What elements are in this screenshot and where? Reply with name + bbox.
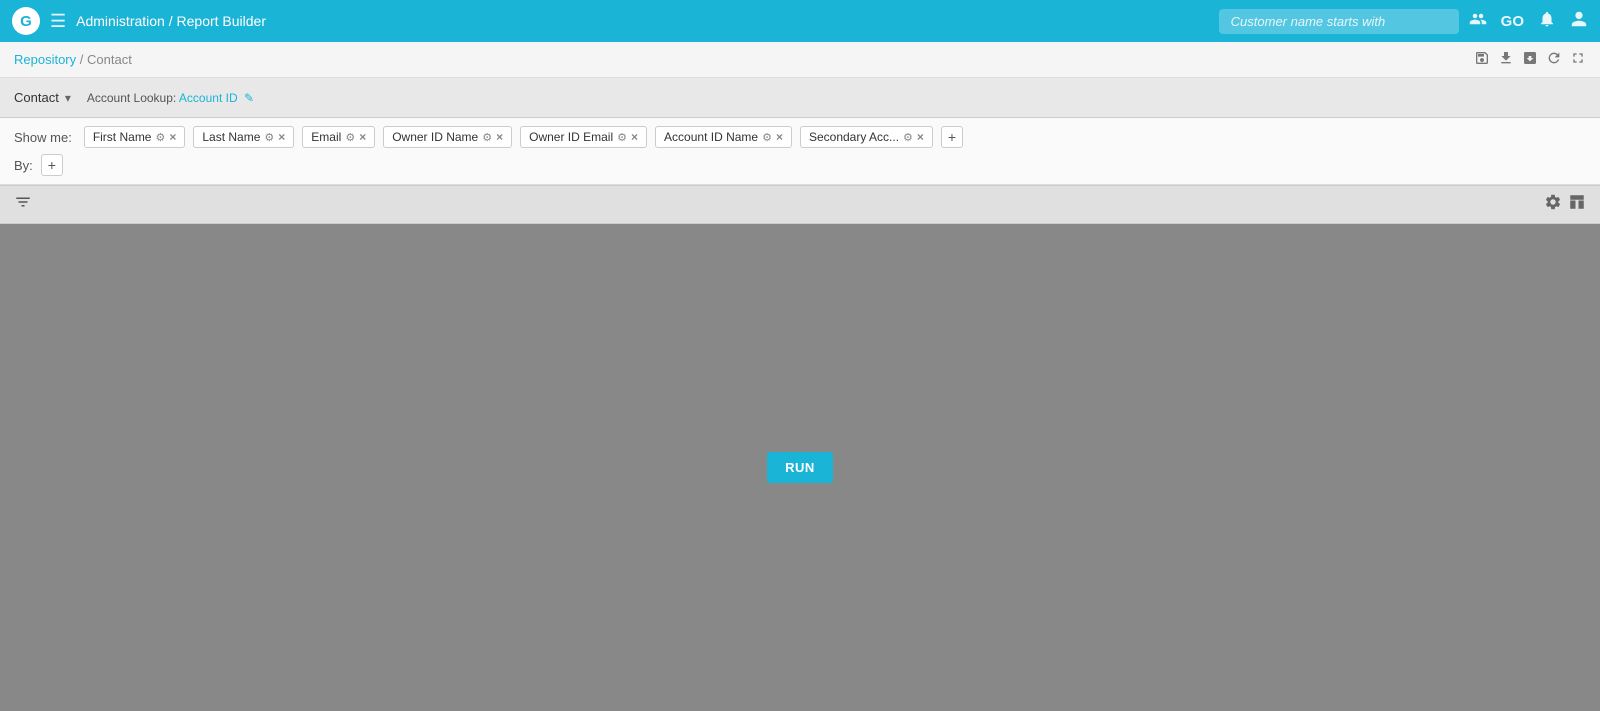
owner-id-name-gear-icon[interactable]: ⚙ <box>482 131 492 144</box>
owner-id-name-close-icon[interactable]: × <box>496 130 503 144</box>
field-tag-owner-id-name: Owner ID Name ⚙ × <box>383 126 512 148</box>
save-action-icon[interactable] <box>1474 50 1490 70</box>
hamburger-icon[interactable]: ☰ <box>50 11 66 32</box>
filter-funnel-icon[interactable] <box>14 193 32 216</box>
field-tag-account-id-name: Account ID Name ⚙ × <box>655 126 792 148</box>
import-action-icon[interactable] <box>1522 50 1538 70</box>
email-label: Email <box>311 130 341 144</box>
people-icon[interactable] <box>1469 10 1487 33</box>
global-search-input[interactable] <box>1219 9 1459 34</box>
add-by-field-button[interactable]: + <box>41 154 63 176</box>
email-gear-icon[interactable]: ⚙ <box>345 131 355 144</box>
field-tag-first-name: First Name ⚙ × <box>84 126 186 148</box>
show-me-row: Show me: First Name ⚙ × Last Name ⚙ × Em… <box>14 126 1586 148</box>
last-name-close-icon[interactable]: × <box>278 130 285 144</box>
results-area: RUN <box>0 224 1600 711</box>
toolbar-actions <box>1474 50 1586 70</box>
add-field-button[interactable]: + <box>941 126 963 148</box>
account-lookup-link[interactable]: Account ID <box>179 91 238 105</box>
account-id-name-close-icon[interactable]: × <box>776 130 783 144</box>
owner-id-name-label: Owner ID Name <box>392 130 478 144</box>
edit-pencil-icon[interactable]: ✎ <box>244 91 254 105</box>
account-lookup-label: Account Lookup: Account ID ✎ <box>87 91 254 105</box>
refresh-action-icon[interactable] <box>1546 50 1562 70</box>
owner-id-email-gear-icon[interactable]: ⚙ <box>617 131 627 144</box>
nav-breadcrumb: Administration / Report Builder <box>76 13 1209 29</box>
secondary-acc-close-icon[interactable]: × <box>917 130 924 144</box>
contact-type-selector[interactable]: Contact ▾ <box>14 90 71 105</box>
contact-type-label: Contact <box>14 90 59 105</box>
page-breadcrumb: Repository / Contact <box>14 52 132 67</box>
last-name-label: Last Name <box>202 130 260 144</box>
show-me-label: Show me: <box>14 130 72 145</box>
account-id-name-label: Account ID Name <box>664 130 758 144</box>
secondary-acc-gear-icon[interactable]: ⚙ <box>903 131 913 144</box>
account-id-name-gear-icon[interactable]: ⚙ <box>762 131 772 144</box>
top-nav-icons: GO <box>1469 10 1588 33</box>
field-tag-secondary-acc: Secondary Acc... ⚙ × <box>800 126 933 148</box>
export-action-icon[interactable] <box>1498 50 1514 70</box>
top-navigation: G ☰ Administration / Report Builder GO <box>0 0 1600 42</box>
field-tag-last-name: Last Name ⚙ × <box>193 126 294 148</box>
app-logo[interactable]: G <box>12 7 40 35</box>
field-tag-owner-id-email: Owner ID Email ⚙ × <box>520 126 647 148</box>
settings-icon[interactable] <box>1544 193 1562 216</box>
secondary-acc-label: Secondary Acc... <box>809 130 899 144</box>
owner-id-email-close-icon[interactable]: × <box>631 130 638 144</box>
email-close-icon[interactable]: × <box>359 130 366 144</box>
contact-bar: Contact ▾ Account Lookup: Account ID ✎ <box>0 78 1600 118</box>
go-text[interactable]: GO <box>1501 13 1524 30</box>
main-content: Contact ▾ Account Lookup: Account ID ✎ S… <box>0 78 1600 711</box>
first-name-label: First Name <box>93 130 152 144</box>
last-name-gear-icon[interactable]: ⚙ <box>264 131 274 144</box>
by-row: By: + <box>14 154 1586 176</box>
first-name-close-icon[interactable]: × <box>169 130 176 144</box>
fullscreen-action-icon[interactable] <box>1570 50 1586 70</box>
bell-icon[interactable] <box>1538 10 1556 33</box>
by-label: By: <box>14 158 33 173</box>
chevron-down-icon: ▾ <box>65 91 71 105</box>
user-icon[interactable] <box>1570 10 1588 33</box>
field-tag-email: Email ⚙ × <box>302 126 375 148</box>
run-button[interactable]: RUN <box>767 452 833 483</box>
filter-toolbar <box>0 186 1600 224</box>
table-view-icon[interactable] <box>1568 193 1586 216</box>
secondary-bar: Repository / Contact <box>0 42 1600 78</box>
first-name-gear-icon[interactable]: ⚙ <box>155 131 165 144</box>
owner-id-email-label: Owner ID Email <box>529 130 613 144</box>
fields-bar: Show me: First Name ⚙ × Last Name ⚙ × Em… <box>0 118 1600 185</box>
filter-toolbar-right <box>1544 193 1586 216</box>
